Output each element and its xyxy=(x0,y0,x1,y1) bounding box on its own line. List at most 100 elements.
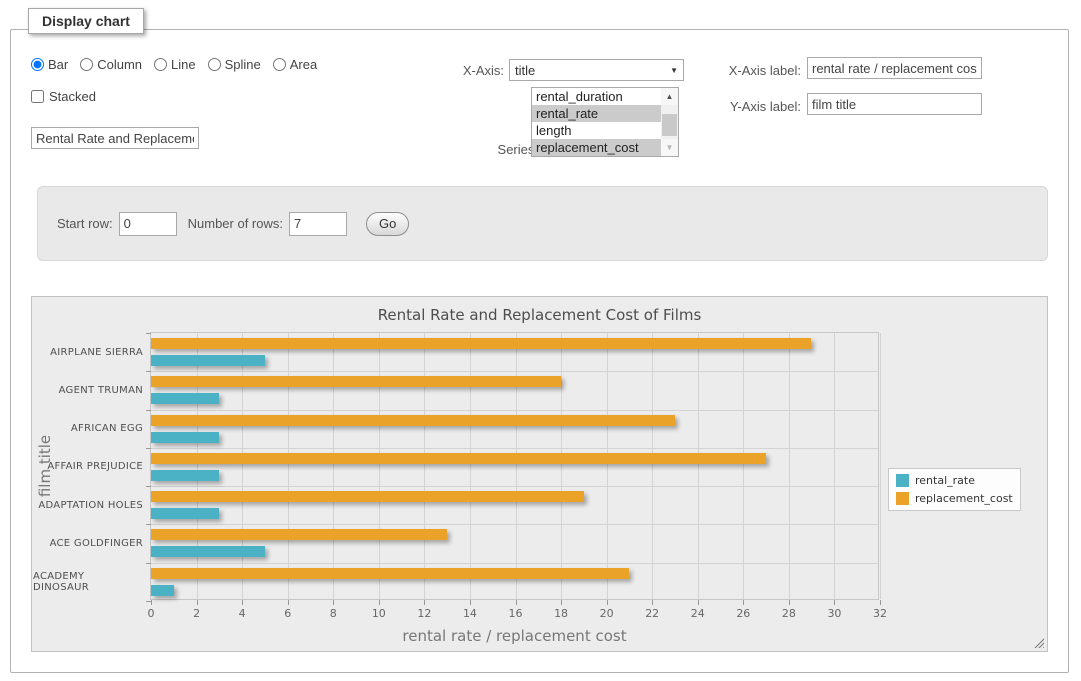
gridline xyxy=(151,410,878,411)
scrollbar-thumb[interactable] xyxy=(662,114,677,136)
y-category-label: ACADEMY DINOSAUR xyxy=(33,563,143,601)
gridline xyxy=(607,333,608,599)
x-tick-label: 16 xyxy=(509,607,523,620)
legend-swatch xyxy=(896,474,909,487)
chart-type-option-label: Column xyxy=(97,57,142,72)
chart-type-option-spline[interactable]: Spline xyxy=(208,57,261,72)
scroll-up-icon[interactable]: ▲ xyxy=(661,88,678,105)
y-axis-title: film title xyxy=(36,416,54,516)
series-option-rental_rate[interactable]: rental_rate xyxy=(532,105,661,122)
chart-legend: rental_rate replacement_cost xyxy=(888,468,1021,511)
bar-rental_rate xyxy=(151,355,265,366)
gridline xyxy=(333,333,334,599)
x-tick-mark xyxy=(197,600,198,605)
x-tick-label: 18 xyxy=(554,607,568,620)
x-tick-label: 24 xyxy=(691,607,705,620)
legend-label: replacement_cost xyxy=(915,492,1013,505)
chart-type-option-area[interactable]: Area xyxy=(273,57,317,72)
legend-swatch xyxy=(896,492,909,505)
bar-rental_rate xyxy=(151,432,219,443)
resize-handle-icon[interactable] xyxy=(1033,637,1044,648)
bar-rental_rate xyxy=(151,585,174,596)
gridline xyxy=(834,333,835,599)
chart-type-option-label: Line xyxy=(171,57,196,72)
chart-type-radio-line[interactable] xyxy=(154,58,167,71)
series-select-label: Series: xyxy=(456,142,538,157)
plot-area: 02468101214161820222426283032AIRPLANE SI… xyxy=(150,332,879,600)
x-tick-mark xyxy=(698,600,699,605)
x-tick-mark xyxy=(516,600,517,605)
x-tick-mark xyxy=(242,600,243,605)
chart-container: Rental Rate and Replacement Cost of Film… xyxy=(31,296,1048,652)
legend-label: rental_rate xyxy=(915,474,975,487)
scroll-down-icon[interactable]: ▼ xyxy=(661,139,678,156)
y-tick-mark xyxy=(146,601,151,602)
y-category-label: ACE GOLDFINGER xyxy=(33,524,143,562)
gridline xyxy=(561,333,562,599)
gridline xyxy=(743,333,744,599)
chart-title: Rental Rate and Replacement Cost of Film… xyxy=(32,306,1047,324)
x-axis-label-input[interactable] xyxy=(807,57,982,79)
go-button[interactable]: Go xyxy=(366,212,409,236)
y-tick-mark xyxy=(146,563,151,564)
bar-replacement_cost xyxy=(151,338,811,349)
gridline xyxy=(379,333,380,599)
stacked-checkbox[interactable] xyxy=(31,90,44,103)
chart-type-option-line[interactable]: Line xyxy=(154,57,196,72)
legend-entry-replacement_cost: replacement_cost xyxy=(896,492,1013,505)
chart-type-radio-bar[interactable] xyxy=(31,58,44,71)
x-tick-label: 6 xyxy=(284,607,291,620)
gridline xyxy=(151,563,878,564)
number-of-rows-input[interactable] xyxy=(289,212,347,236)
chart-type-radio-area[interactable] xyxy=(273,58,286,71)
x-axis-select-label: X-Axis: xyxy=(429,63,504,78)
series-option-rental_duration[interactable]: rental_duration xyxy=(532,88,661,105)
gridline xyxy=(151,371,878,372)
gridline xyxy=(242,333,243,599)
x-axis-title: rental rate / replacement cost xyxy=(150,627,879,645)
start-row-label: Start row: xyxy=(57,216,113,231)
fieldset-legend: Display chart xyxy=(28,8,144,34)
series-scrollbar[interactable]: ▲ ▼ xyxy=(661,88,678,156)
x-tick-mark xyxy=(288,600,289,605)
chart-type-option-column[interactable]: Column xyxy=(80,57,142,72)
x-tick-label: 10 xyxy=(372,607,386,620)
chart-type-radio-group: Bar Column Line Spline Area xyxy=(31,57,317,72)
x-axis-selected-value: title xyxy=(515,63,535,78)
series-option-replacement_cost[interactable]: replacement_cost xyxy=(532,139,661,156)
legend-entry-rental_rate: rental_rate xyxy=(896,474,1013,487)
x-tick-mark xyxy=(743,600,744,605)
number-of-rows-label: Number of rows: xyxy=(188,216,283,231)
chart-type-option-bar[interactable]: Bar xyxy=(31,57,68,72)
gridline xyxy=(516,333,517,599)
y-axis-label-input[interactable] xyxy=(807,93,982,115)
start-row-input[interactable] xyxy=(119,212,177,236)
bar-replacement_cost xyxy=(151,376,561,387)
x-tick-label: 28 xyxy=(782,607,796,620)
bar-replacement_cost xyxy=(151,568,629,579)
x-tick-mark xyxy=(151,600,152,605)
x-tick-mark xyxy=(561,600,562,605)
gridline xyxy=(789,333,790,599)
display-chart-fieldset: Display chart BarColumnLineSplineArea St… xyxy=(10,29,1069,673)
x-tick-mark xyxy=(834,600,835,605)
gridline xyxy=(880,333,881,599)
row-range-panel: Start row: Number of rows: Go xyxy=(37,186,1048,261)
chart-title-input[interactable] xyxy=(31,127,199,149)
x-tick-mark xyxy=(880,600,881,605)
y-tick-mark xyxy=(146,486,151,487)
series-multiselect[interactable]: rental_durationrental_ratelengthreplacem… xyxy=(531,87,679,157)
y-tick-mark xyxy=(146,333,151,334)
chevron-down-icon: ▼ xyxy=(670,66,678,75)
series-option-length[interactable]: length xyxy=(532,122,661,139)
gridline xyxy=(424,333,425,599)
stacked-checkbox-row[interactable]: Stacked xyxy=(31,89,96,104)
x-tick-label: 32 xyxy=(873,607,887,620)
x-axis-select[interactable]: title ▼ xyxy=(509,59,684,81)
gridline xyxy=(151,448,878,449)
chart-type-radio-spline[interactable] xyxy=(208,58,221,71)
chart-type-radio-column[interactable] xyxy=(80,58,93,71)
chart-type-option-label: Spline xyxy=(225,57,261,72)
x-tick-mark xyxy=(333,600,334,605)
x-tick-mark xyxy=(652,600,653,605)
